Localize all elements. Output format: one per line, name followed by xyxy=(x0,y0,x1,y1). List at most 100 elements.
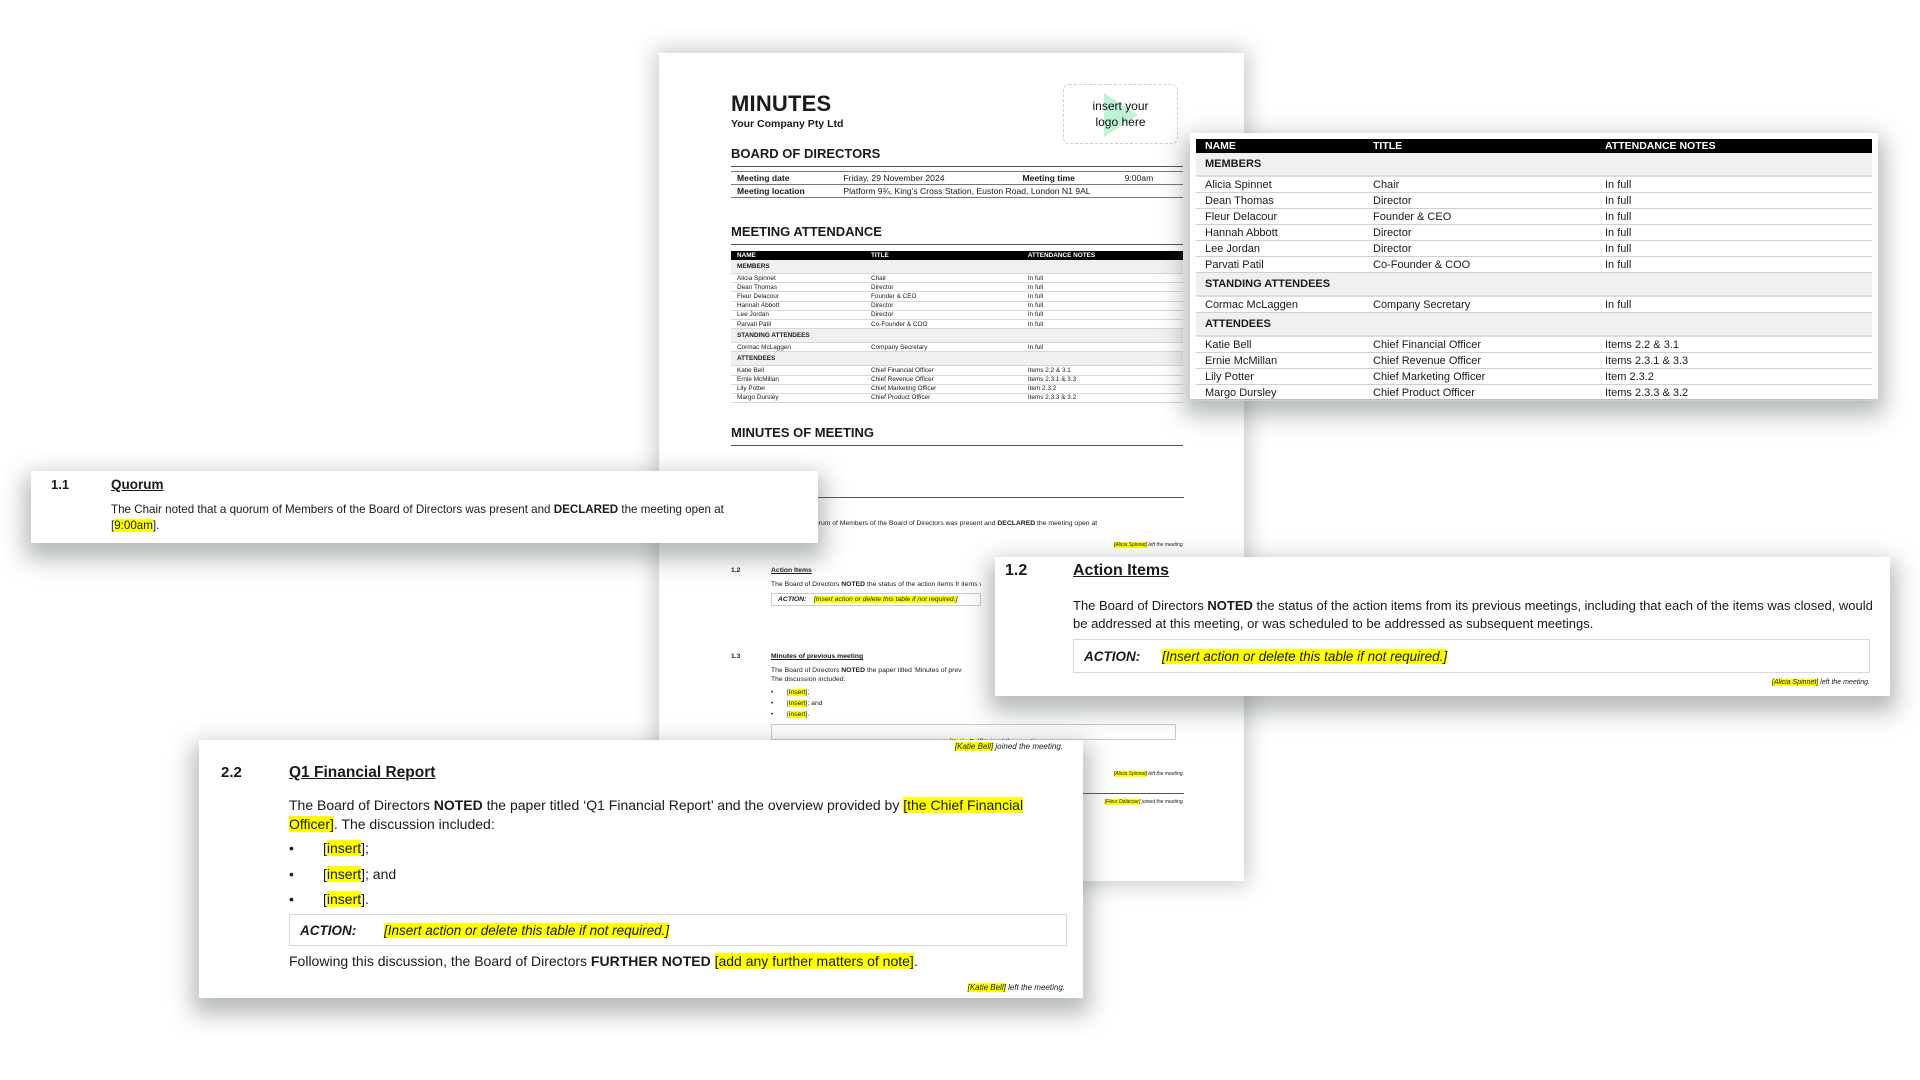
attendee-name: Margo Dursley xyxy=(731,393,866,404)
attendance-table: NAME TITLE ATTENDANCE NOTES MEMBERS Alicia S… xyxy=(1196,139,1872,401)
attendance-note: In full xyxy=(1021,319,1183,330)
attendee-title: Director xyxy=(1364,224,1596,241)
column-header: TITLE xyxy=(865,251,1022,260)
table-row: Dean Thomas Director In full xyxy=(1196,192,1872,209)
column-header: ATTENDANCE NOTES xyxy=(1596,139,1872,153)
attendee-name: Hannah Abbott xyxy=(731,301,866,311)
attendance-note: In full xyxy=(1021,291,1183,302)
section-heading: Quorum xyxy=(111,477,164,492)
attendee-title: Chief Product Officer xyxy=(1364,384,1596,401)
presenter-placeholder[interactable]: [the Chief Financial xyxy=(903,797,1024,813)
group-row: STANDING ATTENDEES xyxy=(1196,272,1872,297)
attendee-title: Chief Marketing Officer xyxy=(1364,368,1596,385)
attendance-note: In full xyxy=(1021,273,1183,284)
attendance-zoom-panel: NAME TITLE ATTENDANCE NOTES MEMBERS Alicia S… xyxy=(1190,133,1878,401)
attendee-title: Founder & CEO xyxy=(865,291,1022,302)
table-row: Katie Bell Chief Financial Officer Items 2… xyxy=(1196,336,1872,353)
attendee-name: Lily Potter xyxy=(1196,368,1364,385)
left-meeting-note-small-2: [Alicia Spinnet] left the meeting. xyxy=(1113,771,1184,777)
attendee-name: Fleur Delacour xyxy=(731,291,866,302)
meeting-time-label: Meeting time xyxy=(1016,171,1119,185)
attendance-table-small: NAME TITLE ATTENDANCE NOTES MEMBERS Alicia S… xyxy=(731,251,1183,404)
table-row: Hannah Abbott Director In full xyxy=(1196,224,1872,241)
table-row: Lily Potter Chief Marketing Officer Item 2… xyxy=(731,384,1183,394)
bullet-item: [insert]. xyxy=(771,709,1151,720)
attendee-title: Chair xyxy=(1364,176,1596,193)
table-row: Cormac McLaggen Company Secretary In full xyxy=(1196,296,1872,313)
attendance-note: Items 2.2 & 3.1 xyxy=(1596,336,1872,353)
board-heading: BOARD OF DIRECTORS xyxy=(731,146,1183,167)
table-row: Ernie McMillan Chief Revenue Officer Items… xyxy=(1196,352,1872,369)
action-box[interactable]: ACTION: [Insert action or delete this ta… xyxy=(1073,639,1870,673)
attendee-name: Hannah Abbott xyxy=(1196,224,1364,241)
attendee-name: Lily Potter xyxy=(731,384,866,394)
attendance-note: In full xyxy=(1596,176,1872,193)
action-box[interactable]: ACTION: [Insert action or delete this ta… xyxy=(289,914,1067,946)
attendee-title: Chief Financial Officer xyxy=(1364,336,1596,353)
attendee-name: Katie Bell xyxy=(1196,336,1364,353)
table-row: Parvati Patil Co-Founder & COO In full xyxy=(731,319,1183,330)
meeting-location-value: Platform 9¾, King's Cross Station, Eusto… xyxy=(837,184,1183,198)
group-row: ATTENDEES xyxy=(1196,312,1872,337)
meeting-date-label: Meeting date xyxy=(731,171,838,185)
column-header: ATTENDANCE NOTES xyxy=(1021,251,1183,260)
meeting-date-value: Friday, 29 November 2024 xyxy=(837,171,1017,185)
action-items-zoom-panel: 1.2 Action Items The Board of Directors … xyxy=(995,557,1890,696)
attendance-note: Items 2.3.3 & 3.2 xyxy=(1021,393,1183,404)
attendance-note: In full xyxy=(1021,310,1183,320)
meeting-details-table: Meeting date Friday, 29 November 2024 Me… xyxy=(731,171,1183,198)
left-meeting-note-small: [Alicia Spinnet] left the meeting. xyxy=(1113,542,1184,548)
attendance-note: In full xyxy=(1021,301,1183,311)
attendance-note: Items 2.3.3 & 3.2 xyxy=(1596,384,1872,401)
attendee-name: Parvati Patil xyxy=(731,319,866,330)
attendance-note: In full xyxy=(1596,208,1872,225)
attendee-title: Director xyxy=(865,282,1022,293)
column-header: TITLE xyxy=(1364,139,1596,153)
group-label: ATTENDEES xyxy=(731,351,1183,367)
left-meeting-note: [Katie Bell] left the meeting. xyxy=(967,983,1065,992)
action-placeholder[interactable]: [Insert action or delete this table if n… xyxy=(384,922,670,938)
action-label: ACTION: xyxy=(1084,648,1141,664)
table-row: Fleur Delacour Founder & CEO In full xyxy=(1196,208,1872,225)
attendee-title: Director xyxy=(1364,240,1596,257)
joined-meeting-note-small-2: [Fleur Delacour] joined the meeting. xyxy=(1104,799,1184,805)
table-row: Katie Bell Chief Financial Officer Items 2… xyxy=(731,365,1183,376)
attendee-title: Chief Product Officer xyxy=(865,393,1022,404)
attendance-note: Item 2.3.2 xyxy=(1596,368,1872,385)
column-header: NAME xyxy=(1196,139,1364,153)
section-heading: Q1 Financial Report xyxy=(289,764,436,781)
attendee-title: Co-Founder & COO xyxy=(865,319,1022,330)
logo-placeholder[interactable]: insert your logo here xyxy=(1063,84,1178,144)
minutes-heading: MINUTES OF MEETING xyxy=(731,425,1183,447)
attendee-name: Ernie McMillan xyxy=(731,375,866,385)
attendee-name: Dean Thomas xyxy=(731,282,866,293)
table-row: Margo Dursley Chief Product Officer Items … xyxy=(1196,384,1872,401)
table-row: Dean Thomas Director In full xyxy=(731,282,1183,293)
attendee-name: Katie Bell xyxy=(731,365,866,376)
attendance-note: In full xyxy=(1596,240,1872,257)
attendee-title: Chief Financial Officer xyxy=(865,365,1022,376)
attendee-name: Ernie McMillan xyxy=(1196,352,1364,369)
group-label: ATTENDEES xyxy=(1196,312,1872,337)
table-row: Ernie McMillan Chief Revenue Officer Items… xyxy=(731,375,1183,385)
joined-meeting-note: [Katie Bell] joined the meeting. xyxy=(954,742,1063,751)
table-row: Lee Jordan Director In full xyxy=(1196,240,1872,257)
table-row: Fleur Delacour Founder & CEO In full xyxy=(731,291,1183,302)
action-box-small-2[interactable] xyxy=(771,724,1176,740)
q1-report-zoom-panel: [Katie Bell] joined the meeting. 2.2 Q1 … xyxy=(199,740,1083,998)
meeting-location-label: Meeting location xyxy=(731,184,838,198)
meeting-open-time[interactable]: 9:00am xyxy=(114,518,153,532)
q1-report-text: The Board of Directors NOTED the paper t… xyxy=(289,797,1024,832)
quorum-small-text: ed that a quorum of Members of the Board… xyxy=(779,520,1098,527)
attendee-title: Director xyxy=(865,310,1022,320)
section-number: 1.1 xyxy=(51,477,70,492)
group-row: MEMBERS xyxy=(1196,153,1872,177)
attendee-title: Chair xyxy=(865,273,1022,284)
action-items-text: The Board of Directors NOTED the status … xyxy=(1073,598,1873,631)
action-box-small[interactable]: ACTION: [Insert action or delete this ta… xyxy=(771,593,981,606)
group-label: MEMBERS xyxy=(1196,153,1872,177)
attendee-title: Chief Revenue Officer xyxy=(1364,352,1596,369)
column-header: NAME xyxy=(731,251,866,260)
attendee-name: Fleur Delacour xyxy=(1196,208,1364,225)
action-placeholder[interactable]: [Insert action or delete this table if n… xyxy=(1162,648,1448,664)
